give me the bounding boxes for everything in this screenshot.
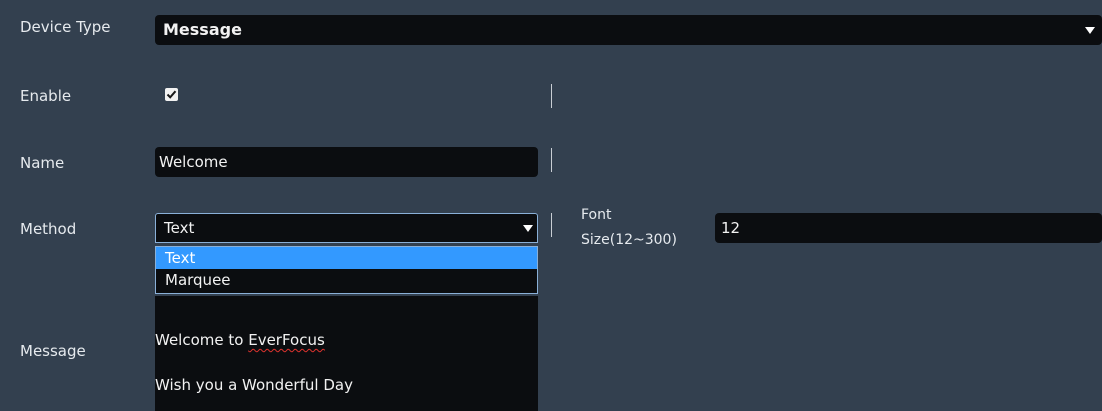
message-label: Message (20, 342, 86, 360)
chevron-down-icon (1085, 27, 1095, 34)
font-size-input-value: 12 (721, 219, 741, 237)
message-line-1-prefix: Welcome to (155, 331, 249, 349)
name-label: Name (20, 154, 65, 172)
enable-label: Enable (20, 87, 72, 105)
method-label: Method (20, 220, 77, 238)
name-input-value: Welcome (159, 153, 228, 171)
chevron-down-icon (523, 225, 533, 232)
misspelled-word: EverFocus (248, 331, 325, 349)
method-select-value: Text (164, 219, 195, 237)
enable-separator (551, 84, 552, 108)
font-size-label-line2: Size(12~300) (581, 232, 677, 248)
message-line-1: Welcome to EverFocus (155, 331, 325, 349)
message-textarea[interactable]: Welcome to EverFocus Wish you a Wonderfu… (155, 296, 538, 411)
device-type-select[interactable]: Message (155, 15, 1102, 45)
font-size-input[interactable]: 12 (715, 213, 1102, 243)
name-input[interactable]: Welcome (155, 147, 538, 177)
device-type-label: Device Type (20, 18, 111, 36)
font-size-label-line1: Font (581, 207, 612, 223)
device-type-value: Message (163, 20, 242, 39)
method-option-marquee[interactable]: Marquee (156, 269, 537, 291)
method-select[interactable]: Text (155, 213, 538, 243)
method-option-text[interactable]: Text (156, 247, 537, 269)
checkmark-icon (166, 90, 177, 99)
method-separator (551, 213, 552, 237)
message-line-2: Wish you a Wonderful Day (155, 376, 353, 394)
enable-checkbox[interactable] (165, 88, 178, 101)
name-separator (551, 148, 552, 172)
method-dropdown-list: Text Marquee (155, 246, 538, 294)
